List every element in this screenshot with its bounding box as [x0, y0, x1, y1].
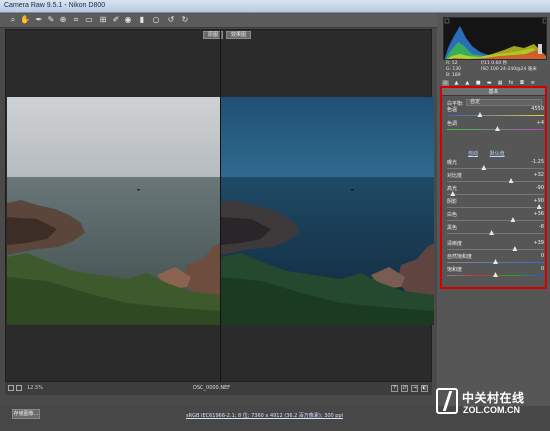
- slider-row: 自然饱和度 0: [447, 253, 544, 267]
- lens-info: ISO 100 24-240@24 毫米: [481, 67, 537, 72]
- zoom-in-icon[interactable]: [16, 385, 22, 391]
- slider-label: 对比度: [447, 173, 463, 179]
- window-title: Camera Raw 9.5.1 - Nikon D800: [4, 2, 106, 9]
- slider-value[interactable]: +39: [533, 240, 544, 246]
- rotate-cw-icon[interactable]: ↻: [180, 15, 190, 25]
- slider-row: 饱和度 0: [447, 266, 544, 280]
- slider-row: 黑色 -8: [447, 224, 544, 238]
- slider-value[interactable]: +36: [533, 211, 544, 217]
- slider-row: 色温 4550: [447, 106, 544, 120]
- slider-value[interactable]: 0: [541, 266, 544, 272]
- slider-track[interactable]: [447, 194, 544, 195]
- color-sampler-icon[interactable]: ✎: [46, 15, 56, 25]
- slider-track[interactable]: [447, 129, 544, 130]
- slider-value[interactable]: +32: [533, 172, 544, 178]
- title-bar: Camera Raw 9.5.1 - Nikon D800: [0, 0, 550, 13]
- slider-label: 黑色: [447, 225, 458, 231]
- slider-label: 曝光: [447, 160, 458, 166]
- slider-label: 清晰度: [447, 241, 463, 247]
- panel-title: 基本: [442, 88, 545, 96]
- after-view-button[interactable]: 效果图: [226, 31, 252, 39]
- slider-track[interactable]: [447, 249, 544, 250]
- file-name: DSC_0000.NEF: [193, 385, 231, 391]
- slider-label: 白色: [447, 212, 458, 218]
- basic-panel: 基本 白平衡: 自定 自动 默认值 色温 4550 色调 +4 曝光 -1.25 对比度 +3…: [440, 86, 547, 289]
- zoom-icon[interactable]: ⌕: [8, 15, 18, 25]
- right-sidebar: R: 52 G: 130 B: 189 f/11 0.60 秒 ISO 100 …: [436, 13, 550, 415]
- slider-row: 白色 +36: [447, 211, 544, 225]
- zoom-out-icon[interactable]: [8, 385, 14, 391]
- slider-label: 饱和度: [447, 267, 463, 273]
- watermark-en: ZOL.COM.CN: [463, 405, 520, 415]
- rgb-readout: R: 52 G: 130 B: 189: [446, 61, 461, 79]
- before-after-toggle-icon[interactable]: Y: [391, 385, 399, 392]
- canvas-bottom-bar: 12.5% DSC_0000.NEF Y ⇄ ⇥ ◐: [5, 382, 432, 395]
- slider-track[interactable]: [447, 115, 544, 116]
- slider-row: 高光 -90: [447, 185, 544, 199]
- slider-label: 阴影: [447, 199, 458, 205]
- zol-logo: [436, 388, 458, 414]
- white-balance-icon[interactable]: ✒: [34, 15, 44, 25]
- slider-value[interactable]: +4: [537, 120, 544, 126]
- slider-row: 阴影 +90: [447, 198, 544, 212]
- slider-value[interactable]: +90: [533, 198, 544, 204]
- slider-value[interactable]: -8: [539, 224, 544, 230]
- slider-row: 色调 +4: [447, 120, 544, 134]
- slider-value[interactable]: -90: [536, 185, 544, 191]
- straighten-icon[interactable]: ▭: [84, 15, 94, 25]
- swap-icon[interactable]: ⇄: [401, 385, 409, 392]
- watermark-cn: 中关村在线: [462, 391, 525, 405]
- slider-track[interactable]: [447, 220, 544, 221]
- slider-label: 色温: [447, 107, 458, 113]
- slider-track[interactable]: [447, 207, 544, 208]
- slider-label: 色调: [447, 121, 458, 127]
- zoom-level[interactable]: 12.5%: [27, 385, 43, 391]
- before-image: [7, 97, 220, 325]
- workflow-options-link[interactable]: sRGB IEC61966-2.1; 8 位; 7360 x 4912 (36.…: [186, 412, 343, 419]
- tone-links: 自动 默认值: [468, 150, 515, 157]
- target-adjust-icon[interactable]: ⊕: [58, 15, 68, 25]
- image-canvas[interactable]: 原图 效果图: [5, 29, 434, 383]
- hand-icon[interactable]: ✋: [20, 15, 30, 25]
- default-link[interactable]: 默认值: [490, 151, 505, 157]
- slider-value[interactable]: 0: [541, 253, 544, 259]
- auto-link[interactable]: 自动: [468, 151, 478, 157]
- spot-removal-icon[interactable]: ✐: [111, 15, 121, 25]
- save-image-button[interactable]: 存储图像...: [12, 409, 40, 419]
- camera-info: f/11 0.60 秒 ISO 100 24-240@24 毫米: [481, 61, 537, 73]
- slider-value[interactable]: 4550: [531, 106, 544, 112]
- radial-filter-icon[interactable]: ○: [151, 15, 161, 25]
- white-balance-select[interactable]: 自定: [466, 99, 542, 106]
- transform-icon[interactable]: ⊞: [98, 15, 108, 25]
- after-image: [221, 97, 434, 325]
- slider-value[interactable]: -1.25: [531, 159, 544, 165]
- slider-row: 对比度 +32: [447, 172, 544, 186]
- slider-row: 清晰度 +39: [447, 240, 544, 254]
- red-eye-icon[interactable]: ◉: [123, 15, 133, 25]
- slider-row: 曝光 -1.25: [447, 159, 544, 173]
- slider-label: 高光: [447, 186, 458, 192]
- slider-label: 自然饱和度: [447, 254, 473, 260]
- rotate-ccw-icon[interactable]: ↺: [166, 15, 176, 25]
- crop-icon[interactable]: ⌗: [71, 15, 81, 25]
- view-mode-controls: Y ⇄ ⇥ ◐: [390, 384, 428, 392]
- adjustment-brush-icon[interactable]: ▮: [137, 15, 147, 25]
- histogram: [443, 17, 547, 60]
- toggle-current-icon[interactable]: ◐: [421, 385, 428, 392]
- copy-settings-icon[interactable]: ⇥: [411, 385, 419, 392]
- slider-track[interactable]: [447, 181, 544, 182]
- white-balance-row: 白平衡: 自定: [447, 99, 544, 107]
- slider-track[interactable]: [447, 168, 544, 169]
- watermark: 中关村在线 ZOL.COM.CN: [428, 383, 550, 423]
- slider-track[interactable]: [447, 233, 544, 234]
